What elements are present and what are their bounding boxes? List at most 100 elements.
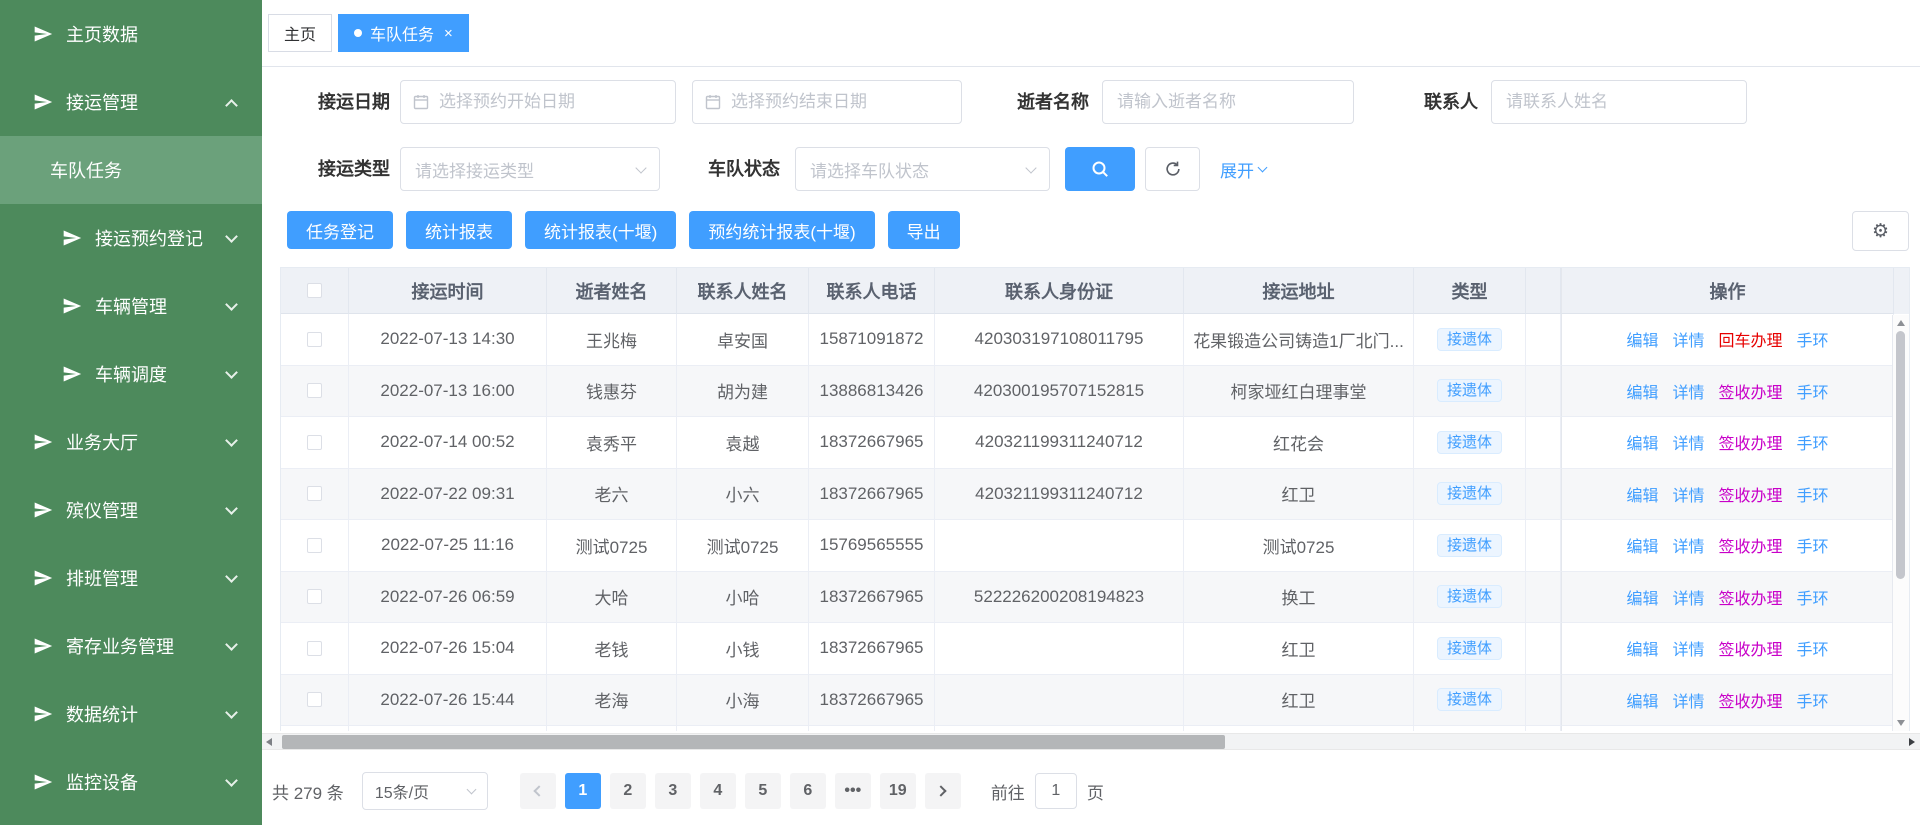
action-link-blue[interactable]: 详情 bbox=[1672, 379, 1704, 403]
goto-page-input[interactable] bbox=[1035, 773, 1077, 809]
action-link-blue[interactable]: 手环 bbox=[1797, 585, 1829, 609]
toolbar-button[interactable]: 导出 bbox=[888, 211, 960, 249]
chevron-down-icon bbox=[225, 570, 238, 583]
action-link-blue[interactable]: 手环 bbox=[1797, 327, 1829, 351]
action-link-magenta[interactable]: 签收办理 bbox=[1719, 688, 1783, 712]
row-checkbox[interactable] bbox=[307, 589, 322, 604]
pickup-type-select[interactable]: 请选择接运类型 bbox=[400, 147, 660, 191]
page-button[interactable]: 2 bbox=[610, 773, 646, 809]
row-checkbox[interactable] bbox=[307, 641, 322, 656]
action-link-blue[interactable]: 手环 bbox=[1797, 533, 1829, 557]
sidebar-item[interactable]: 接运预约登记 bbox=[0, 204, 262, 272]
horizontal-scrollbar-thumb[interactable] bbox=[282, 735, 1225, 749]
action-link-magenta[interactable]: 签收办理 bbox=[1719, 379, 1783, 403]
sidebar-item[interactable]: 监控设备 bbox=[0, 748, 262, 816]
action-link-blue[interactable]: 手环 bbox=[1797, 482, 1829, 506]
action-link-blue[interactable]: 手环 bbox=[1797, 688, 1829, 712]
table-cell: 红卫 bbox=[1184, 469, 1414, 521]
action-link-blue[interactable]: 详情 bbox=[1672, 636, 1704, 660]
table-cell: 王兆梅 bbox=[547, 314, 677, 366]
action-link-blue[interactable]: 编辑 bbox=[1626, 379, 1658, 403]
row-checkbox[interactable] bbox=[307, 332, 322, 347]
action-link-magenta[interactable]: 签收办理 bbox=[1719, 482, 1783, 506]
date-start-input[interactable] bbox=[437, 91, 663, 113]
chevron-down-icon bbox=[635, 162, 646, 173]
scroll-right-icon[interactable] bbox=[1909, 738, 1915, 746]
sidebar-item[interactable]: 主页数据 bbox=[0, 0, 262, 68]
action-link-blue[interactable]: 编辑 bbox=[1626, 327, 1658, 351]
action-link-blue[interactable]: 编辑 bbox=[1626, 688, 1658, 712]
action-link-blue[interactable]: 详情 bbox=[1672, 327, 1704, 351]
expand-link[interactable]: 展开 bbox=[1220, 147, 1266, 191]
scroll-left-icon[interactable] bbox=[266, 738, 272, 746]
sidebar-item[interactable]: 接运管理 bbox=[0, 68, 262, 136]
tab-home[interactable]: 主页 bbox=[268, 14, 332, 52]
page-button[interactable]: 3 bbox=[655, 773, 691, 809]
tab-fleet-task[interactable]: 车队任务 × bbox=[338, 14, 469, 52]
toolbar-button[interactable]: 预约统计报表(十堰) bbox=[689, 211, 874, 249]
action-link-blue[interactable]: 编辑 bbox=[1626, 585, 1658, 609]
toolbar-button[interactable]: 任务登记 bbox=[287, 211, 393, 249]
refresh-button[interactable] bbox=[1145, 147, 1200, 191]
row-checkbox[interactable] bbox=[307, 435, 322, 450]
row-checkbox[interactable] bbox=[307, 692, 322, 707]
sidebar: 主页数据接运管理车队任务接运预约登记车辆管理车辆调度业务大厅殡仪管理排班管理寄存… bbox=[0, 0, 262, 825]
action-link-magenta[interactable]: 签收办理 bbox=[1719, 585, 1783, 609]
spacer-cell bbox=[1526, 572, 1561, 624]
column-settings-button[interactable]: ⚙ bbox=[1852, 211, 1909, 251]
page-button[interactable]: 4 bbox=[700, 773, 736, 809]
page-size-select[interactable]: 15条/页 bbox=[362, 772, 488, 810]
contact-input[interactable] bbox=[1504, 91, 1734, 113]
scroll-up-icon[interactable] bbox=[1897, 320, 1905, 326]
action-link-blue[interactable]: 手环 bbox=[1797, 430, 1829, 454]
date-end-input[interactable] bbox=[729, 91, 949, 113]
search-button[interactable] bbox=[1065, 147, 1135, 191]
row-checkbox[interactable] bbox=[307, 538, 322, 553]
select-all-checkbox[interactable] bbox=[307, 283, 322, 298]
tab-close-icon[interactable]: × bbox=[444, 26, 453, 41]
action-link-magenta[interactable]: 签收办理 bbox=[1719, 636, 1783, 660]
page-button[interactable]: 6 bbox=[790, 773, 826, 809]
sidebar-item[interactable]: 数据统计 bbox=[0, 680, 262, 748]
deceased-name-input[interactable] bbox=[1115, 91, 1341, 113]
action-link-blue[interactable]: 详情 bbox=[1672, 533, 1704, 557]
scroll-down-icon[interactable] bbox=[1897, 720, 1905, 726]
table-cell bbox=[935, 520, 1184, 572]
action-link-blue[interactable]: 详情 bbox=[1672, 430, 1704, 454]
action-link-blue[interactable]: 手环 bbox=[1797, 379, 1829, 403]
action-link-blue[interactable]: 详情 bbox=[1672, 688, 1704, 712]
toolbar-button[interactable]: 统计报表 bbox=[406, 211, 512, 249]
row-checkbox[interactable] bbox=[307, 383, 322, 398]
action-link-red[interactable]: 回车办理 bbox=[1719, 327, 1783, 351]
horizontal-scrollbar[interactable] bbox=[262, 733, 1920, 750]
action-link-blue[interactable]: 详情 bbox=[1672, 585, 1704, 609]
row-checkbox[interactable] bbox=[307, 486, 322, 501]
sidebar-item[interactable]: 车队任务 bbox=[0, 136, 262, 204]
fleet-status-select[interactable]: 请选择车队状态 bbox=[795, 147, 1050, 191]
action-link-magenta[interactable]: 签收办理 bbox=[1719, 533, 1783, 557]
action-link-blue[interactable]: 详情 bbox=[1672, 482, 1704, 506]
sidebar-item[interactable]: 车辆调度 bbox=[0, 340, 262, 408]
sidebar-item[interactable]: 排班管理 bbox=[0, 544, 262, 612]
vertical-scrollbar[interactable] bbox=[1892, 315, 1909, 731]
sidebar-item[interactable]: 寄存业务管理 bbox=[0, 612, 262, 680]
page-button[interactable]: 1 bbox=[565, 773, 601, 809]
action-link-magenta[interactable]: 签收办理 bbox=[1719, 430, 1783, 454]
toolbar-button[interactable]: 统计报表(十堰) bbox=[525, 211, 676, 249]
action-link-blue[interactable]: 编辑 bbox=[1626, 533, 1658, 557]
next-page-button[interactable] bbox=[925, 773, 961, 809]
sidebar-item[interactable]: 殡仪管理 bbox=[0, 476, 262, 544]
action-link-blue[interactable]: 编辑 bbox=[1626, 430, 1658, 454]
action-link-blue[interactable]: 手环 bbox=[1797, 636, 1829, 660]
page-ellipsis[interactable]: ••• bbox=[835, 773, 871, 809]
prev-page-button[interactable] bbox=[520, 773, 556, 809]
page-button[interactable]: 5 bbox=[745, 773, 781, 809]
sidebar-item-label: 监控设备 bbox=[66, 769, 138, 795]
action-link-blue[interactable]: 编辑 bbox=[1626, 482, 1658, 506]
sidebar-item[interactable]: 车辆管理 bbox=[0, 272, 262, 340]
vertical-scrollbar-thumb[interactable] bbox=[1896, 331, 1905, 579]
action-link-blue[interactable]: 编辑 bbox=[1626, 636, 1658, 660]
sidebar-item[interactable]: 业务大厅 bbox=[0, 408, 262, 476]
page-button[interactable]: 19 bbox=[880, 773, 916, 809]
send-icon bbox=[33, 568, 53, 588]
